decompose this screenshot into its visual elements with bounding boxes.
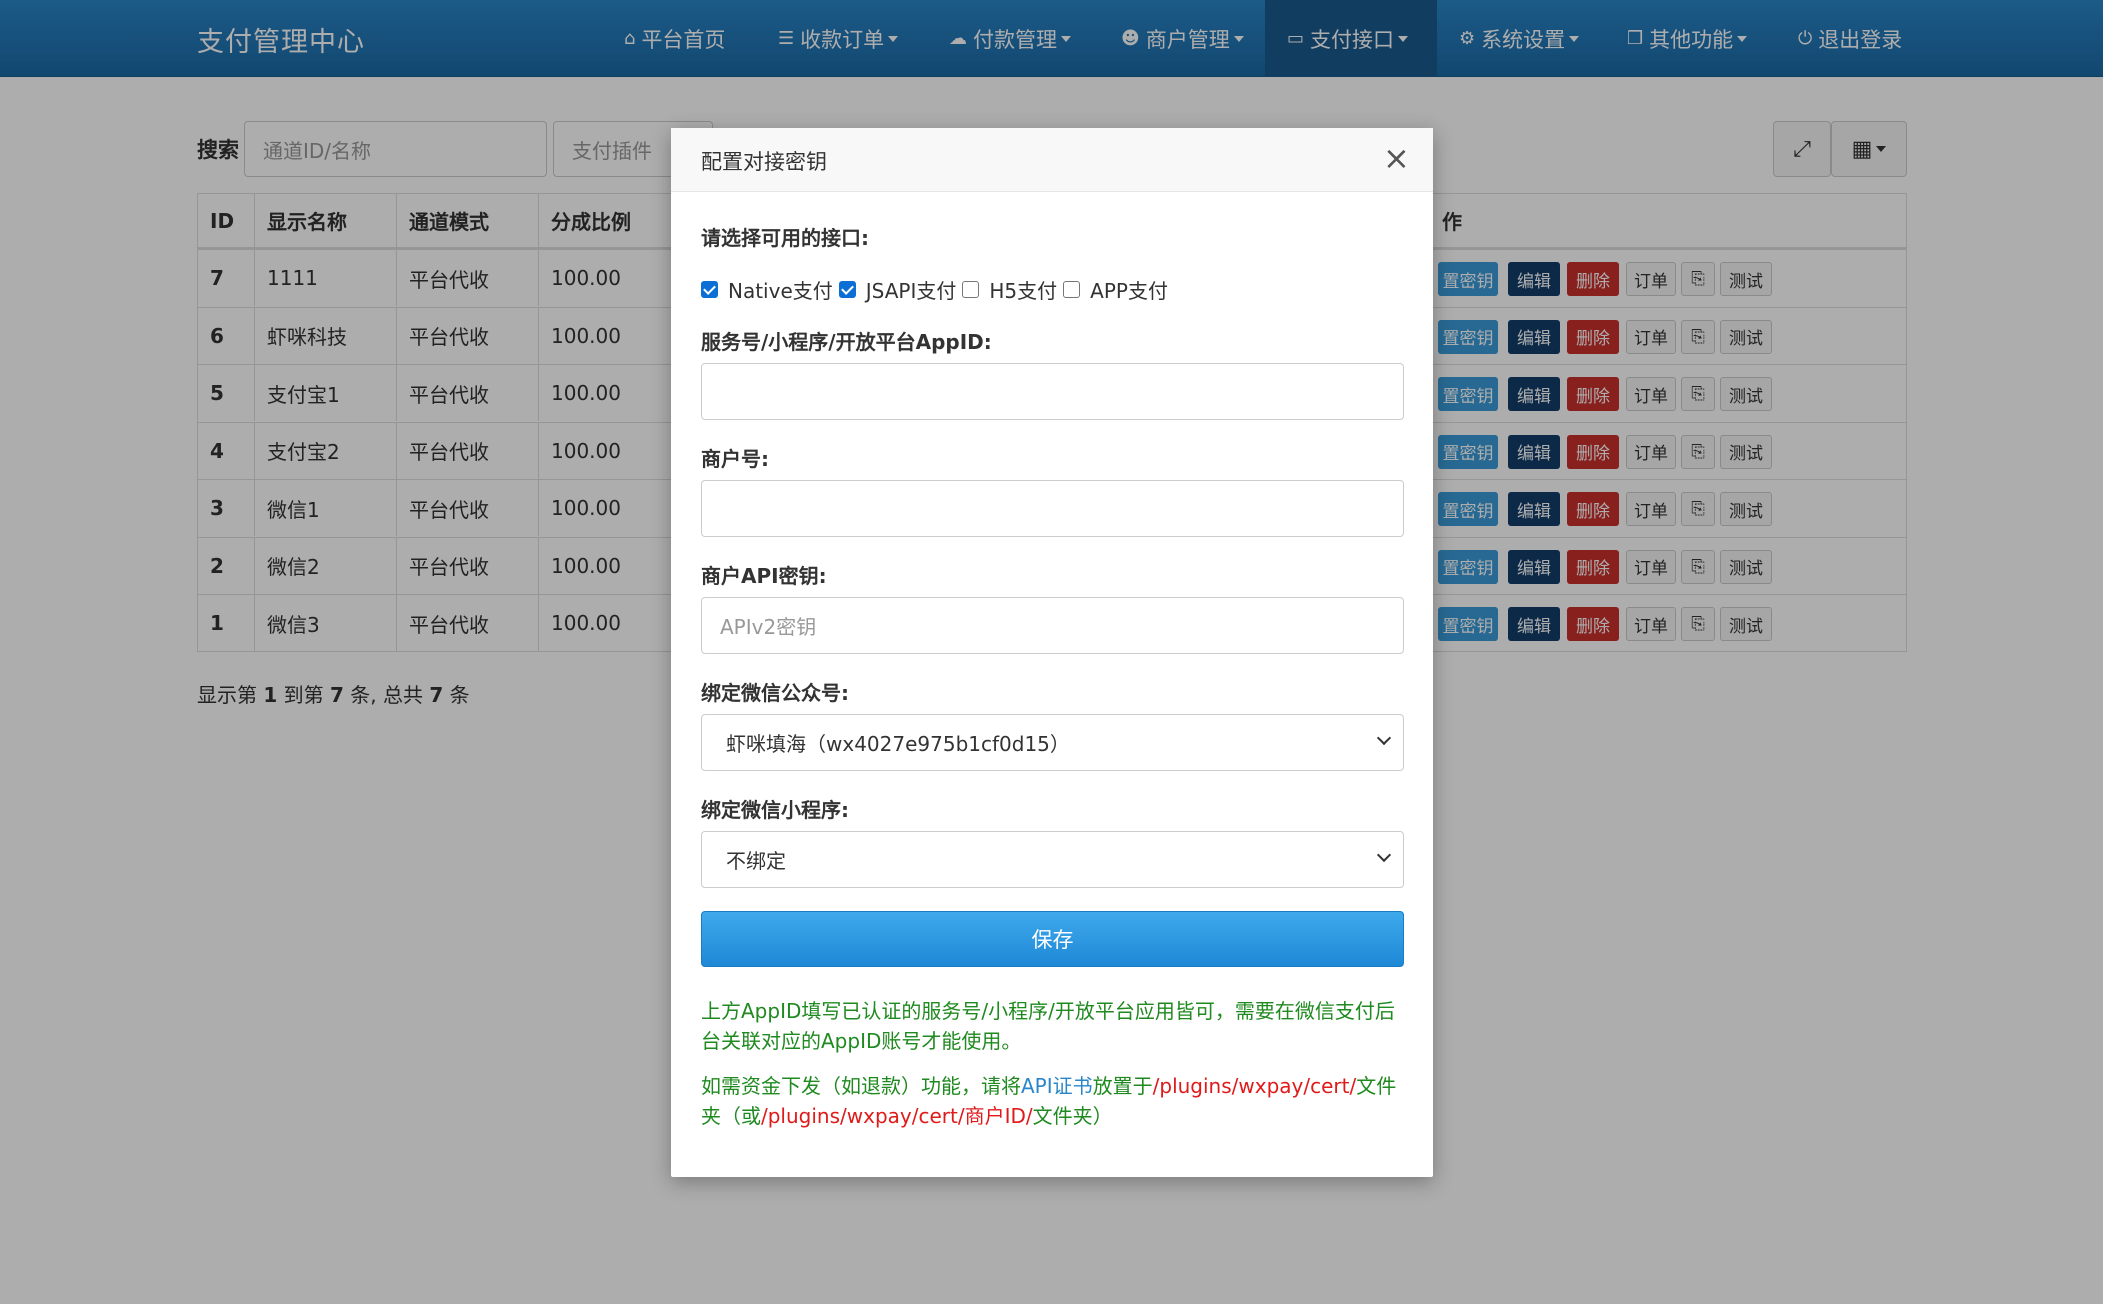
save-button[interactable]: 保存 xyxy=(701,911,1404,967)
appid-note: 上方AppID填写已认证的服务号/小程序/开放平台应用皆可，需要在微信支付后台关… xyxy=(701,999,1395,1053)
api-cert-link[interactable]: API证书 xyxy=(1021,1074,1093,1098)
chevron-down-icon xyxy=(1376,847,1392,863)
native-checkbox[interactable] xyxy=(701,281,718,298)
mini-label: 绑定微信小程序: xyxy=(701,798,849,822)
native-checkbox-label: Native支付 xyxy=(728,279,833,303)
chevron-down-icon xyxy=(1376,730,1392,746)
config-key-modal: 配置对接密钥 × 请选择可用的接口: Native支付 JSAPI支付 H5支付… xyxy=(671,128,1433,1177)
cert-note: 如需资金下发（如退款）功能，请将API证书放置于/plugins/wxpay/c… xyxy=(701,1071,1404,1131)
mini-selected-value: 不绑定 xyxy=(726,849,786,873)
interfaces-label: 请选择可用的接口: xyxy=(701,226,869,250)
modal-title: 配置对接密钥 xyxy=(701,150,827,174)
cert-note-part-b: 放置于 xyxy=(1092,1074,1153,1098)
modal-header: 配置对接密钥 × xyxy=(671,128,1433,192)
mchid-label: 商户号: xyxy=(701,447,769,471)
app-checkbox-label: APP支付 xyxy=(1090,279,1168,303)
apikey-placeholder: APIv2密钥 xyxy=(720,615,817,639)
appid-input[interactable] xyxy=(701,363,1404,420)
mp-label: 绑定微信公众号: xyxy=(701,681,849,705)
jsapi-checkbox[interactable] xyxy=(838,281,856,298)
app-checkbox[interactable] xyxy=(1063,281,1081,298)
apikey-input[interactable]: APIv2密钥 xyxy=(701,597,1404,654)
interfaces-checkbox-group: Native支付 JSAPI支付 H5支付 APP支付 xyxy=(701,275,1174,304)
mchid-input[interactable] xyxy=(701,480,1404,537)
h5-checkbox-label: H5支付 xyxy=(989,279,1058,303)
mp-selected-value: 虾咪填海（wx4027e975b1cf0d15） xyxy=(726,732,1070,756)
close-icon[interactable]: × xyxy=(1383,142,1410,174)
cert-note-part-a: 如需资金下发（如退款）功能，请将 xyxy=(701,1074,1021,1098)
appid-label: 服务号/小程序/开放平台AppID: xyxy=(701,330,992,354)
jsapi-checkbox-label: JSAPI支付 xyxy=(865,279,957,303)
apikey-label: 商户API密钥: xyxy=(701,564,827,588)
mini-select[interactable]: 不绑定 xyxy=(701,831,1404,888)
mp-select[interactable]: 虾咪填海（wx4027e975b1cf0d15） xyxy=(701,714,1404,771)
cert-note-part-d: 文件夹） xyxy=(1032,1104,1113,1128)
cert-path-1: /plugins/wxpay/cert/ xyxy=(1152,1074,1357,1098)
cert-path-2: /plugins/wxpay/cert/商户ID/ xyxy=(761,1104,1033,1128)
h5-checkbox[interactable] xyxy=(962,281,980,298)
